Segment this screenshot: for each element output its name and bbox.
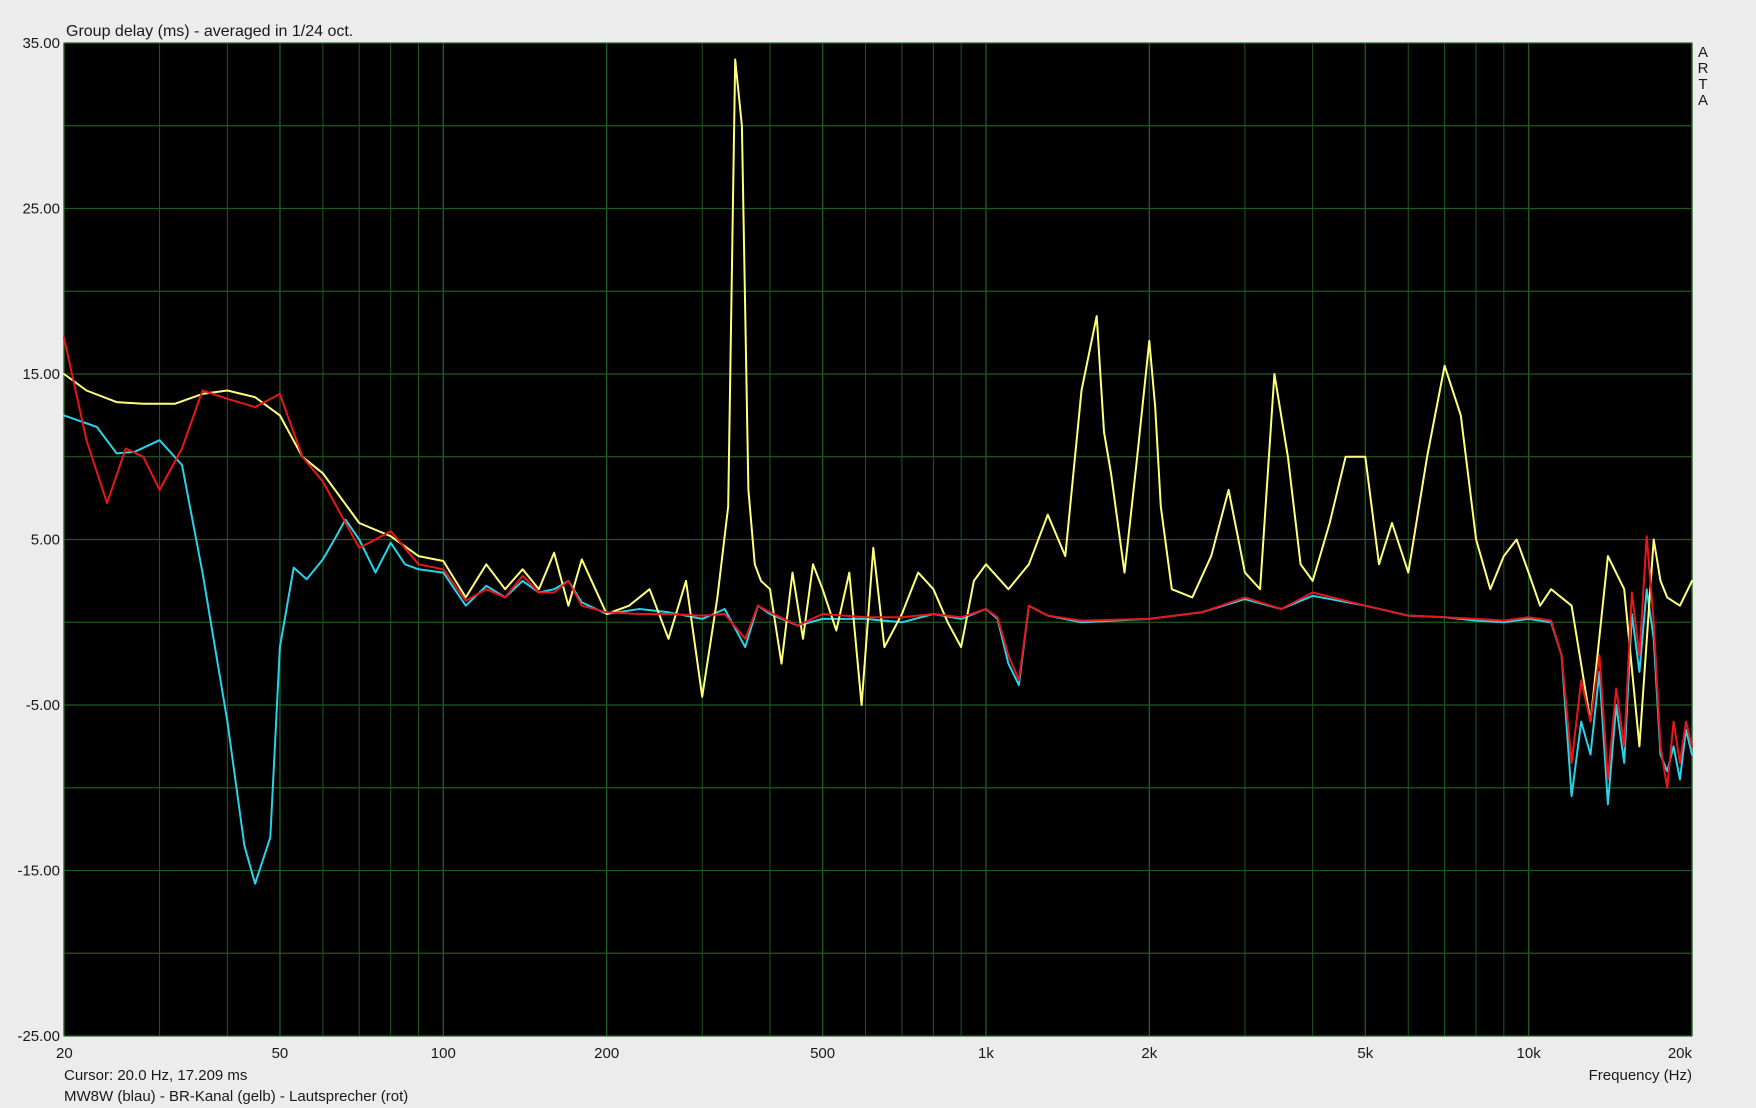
- group-delay-chart: Group delay (ms) - averaged in 1/24 oct.…: [0, 0, 1756, 1108]
- x-tick-label: 100: [431, 1045, 456, 1062]
- x-tick-label: 500: [810, 1045, 835, 1062]
- legend-text: MW8W (blau) - BR-Kanal (gelb) - Lautspre…: [64, 1088, 408, 1105]
- y-tick-label: 5.00: [31, 532, 60, 549]
- x-tick-label: 5k: [1357, 1045, 1373, 1062]
- cursor-readout: Cursor: 20.0 Hz, 17.209 ms: [64, 1067, 247, 1084]
- arta-letter: A: [1698, 44, 1708, 61]
- arta-letter: T: [1698, 76, 1707, 93]
- x-tick-label: 200: [594, 1045, 619, 1062]
- arta-logo: ARTA: [1698, 44, 1709, 109]
- x-tick-label: 1k: [978, 1045, 994, 1062]
- y-tick-label: 15.00: [22, 366, 60, 383]
- y-tick-label: -15.00: [17, 863, 60, 880]
- y-tick-label: 25.00: [22, 201, 60, 218]
- x-tick-label: 2k: [1141, 1045, 1157, 1062]
- y-tick-label: -25.00: [17, 1028, 60, 1045]
- y-tick-label: 35.00: [22, 35, 60, 52]
- arta-letter: A: [1698, 92, 1708, 109]
- x-tick-label: 50: [272, 1045, 289, 1062]
- x-tick-label: 10k: [1517, 1045, 1542, 1062]
- y-tick-label: -5.00: [26, 697, 60, 714]
- x-axis-label: Frequency (Hz): [1589, 1067, 1692, 1084]
- x-tick-label: 20k: [1668, 1045, 1693, 1062]
- chart-title: Group delay (ms) - averaged in 1/24 oct.: [66, 23, 353, 40]
- arta-letter: R: [1698, 60, 1709, 77]
- x-tick-label: 20: [56, 1045, 73, 1062]
